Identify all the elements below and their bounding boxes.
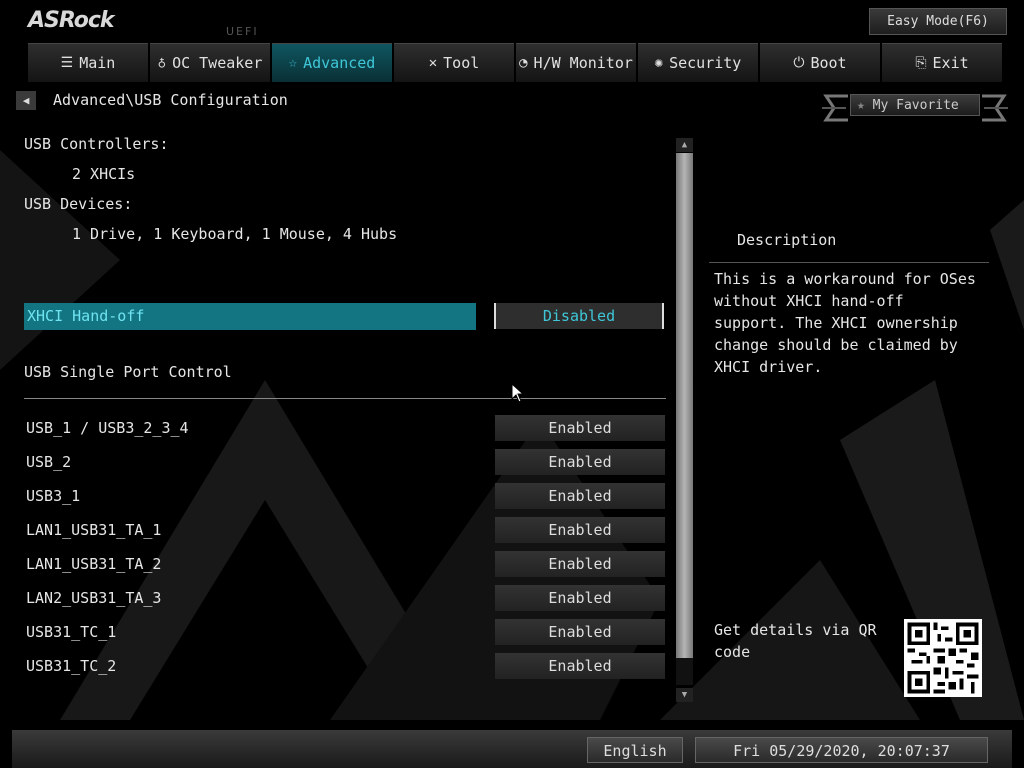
scrollbar-thumb[interactable] <box>676 153 693 658</box>
qr-hint-text: Get details via QR code <box>714 621 877 661</box>
easy-mode-button[interactable]: Easy Mode(F6) <box>869 8 1007 35</box>
tab-security[interactable]: ✺ Security <box>638 43 758 82</box>
port-value[interactable]: Enabled <box>495 551 665 577</box>
tab-tool[interactable]: ✕ Tool <box>394 43 514 82</box>
mouse-cursor-icon <box>511 383 523 403</box>
language-button[interactable]: English <box>587 737 683 763</box>
tab-label: Boot <box>810 54 847 72</box>
tab-oc-tweaker[interactable]: ♁ OC Tweaker <box>150 43 270 82</box>
port-label[interactable]: LAN1_USB31_TA_1 <box>26 521 161 539</box>
port-value[interactable]: Enabled <box>495 585 665 611</box>
tab-label: Tool <box>443 54 480 72</box>
xhci-handoff-row[interactable]: XHCI Hand-off <box>24 303 476 330</box>
rocket-icon: ♁ <box>157 55 167 71</box>
tab-main[interactable]: ☰ Main <box>28 43 148 82</box>
wrench-icon: ✕ <box>428 55 438 71</box>
port-label[interactable]: LAN1_USB31_TA_2 <box>26 555 161 573</box>
description-text: This is a workaround for OSes without XH… <box>714 270 976 376</box>
description-divider <box>709 262 989 263</box>
my-favorite-button[interactable]: ★ My Favorite <box>822 92 1008 122</box>
port-value[interactable]: Enabled <box>495 517 665 543</box>
port-value[interactable]: Enabled <box>495 653 665 679</box>
scroll-down-arrow-icon[interactable]: ▼ <box>676 688 693 702</box>
favorite-box: ★ My Favorite <box>850 94 980 116</box>
description-title: Description <box>737 231 837 249</box>
shield-icon: ✺ <box>654 55 664 71</box>
tab-label: Exit <box>932 54 969 72</box>
tab-advanced[interactable]: ☆ Advanced <box>272 43 392 82</box>
gauge-icon: ◔ <box>519 55 528 71</box>
tab-boot[interactable]: ⏻ Boot <box>760 43 880 82</box>
port-label[interactable]: USB_2 <box>26 453 71 471</box>
tab-label: Security <box>669 54 742 72</box>
tab-label: Main <box>79 54 116 72</box>
main-tab-bar: ☰ Main ♁ OC Tweaker ☆ Advanced ✕ Tool ◔ H/W M… <box>28 43 1002 83</box>
usb-devices-value: 1 Drive, 1 Keyboard, 1 Mouse, 4 Hubs <box>72 225 398 243</box>
uefi-label: UEFI <box>226 25 259 38</box>
back-arrow-icon: ◀ <box>22 94 30 107</box>
tab-label: Advanced <box>303 54 376 72</box>
usb-controllers-label: USB Controllers: <box>24 135 169 153</box>
star-icon: ★ <box>857 98 873 113</box>
xhci-handoff-value[interactable]: Disabled <box>494 303 664 329</box>
usb-controllers-value: 2 XHCIs <box>72 165 136 183</box>
usb-devices-label: USB Devices: <box>24 195 133 213</box>
port-label[interactable]: LAN2_USB31_TA_3 <box>26 589 161 607</box>
port-value[interactable]: Enabled <box>495 449 665 475</box>
tab-label: H/W Monitor <box>533 54 633 72</box>
asrock-logo: ASRock <box>28 8 115 33</box>
section-title: USB Single Port Control <box>24 363 232 381</box>
port-value[interactable]: Enabled <box>495 619 665 645</box>
port-label[interactable]: USB3_1 <box>26 487 80 505</box>
datetime-display: Fri 05/29/2020, 20:07:37 <box>695 737 988 763</box>
divider <box>24 398 666 399</box>
qr-code-icon <box>904 619 982 697</box>
star-icon: ☆ <box>288 55 298 71</box>
port-value[interactable]: Enabled <box>495 415 665 441</box>
tab-hw-monitor[interactable]: ◔ H/W Monitor <box>516 43 636 82</box>
list-icon: ☰ <box>60 55 74 71</box>
favorite-label: My Favorite <box>872 98 959 113</box>
exit-icon: ⎘ <box>915 55 927 71</box>
port-label[interactable]: USB_1 / USB3_2_3_4 <box>26 419 189 437</box>
port-value[interactable]: Enabled <box>495 483 665 509</box>
breadcrumb: Advanced\USB Configuration <box>53 91 288 109</box>
port-label[interactable]: USB31_TC_1 <box>26 623 116 641</box>
tab-label: OC Tweaker <box>172 54 263 72</box>
back-button[interactable]: ◀ <box>16 91 36 110</box>
tab-exit[interactable]: ⎘ Exit <box>882 43 1002 82</box>
power-icon: ⏻ <box>793 55 805 71</box>
scroll-up-arrow-icon[interactable]: ▲ <box>676 138 693 152</box>
port-label[interactable]: USB31_TC_2 <box>26 657 116 675</box>
